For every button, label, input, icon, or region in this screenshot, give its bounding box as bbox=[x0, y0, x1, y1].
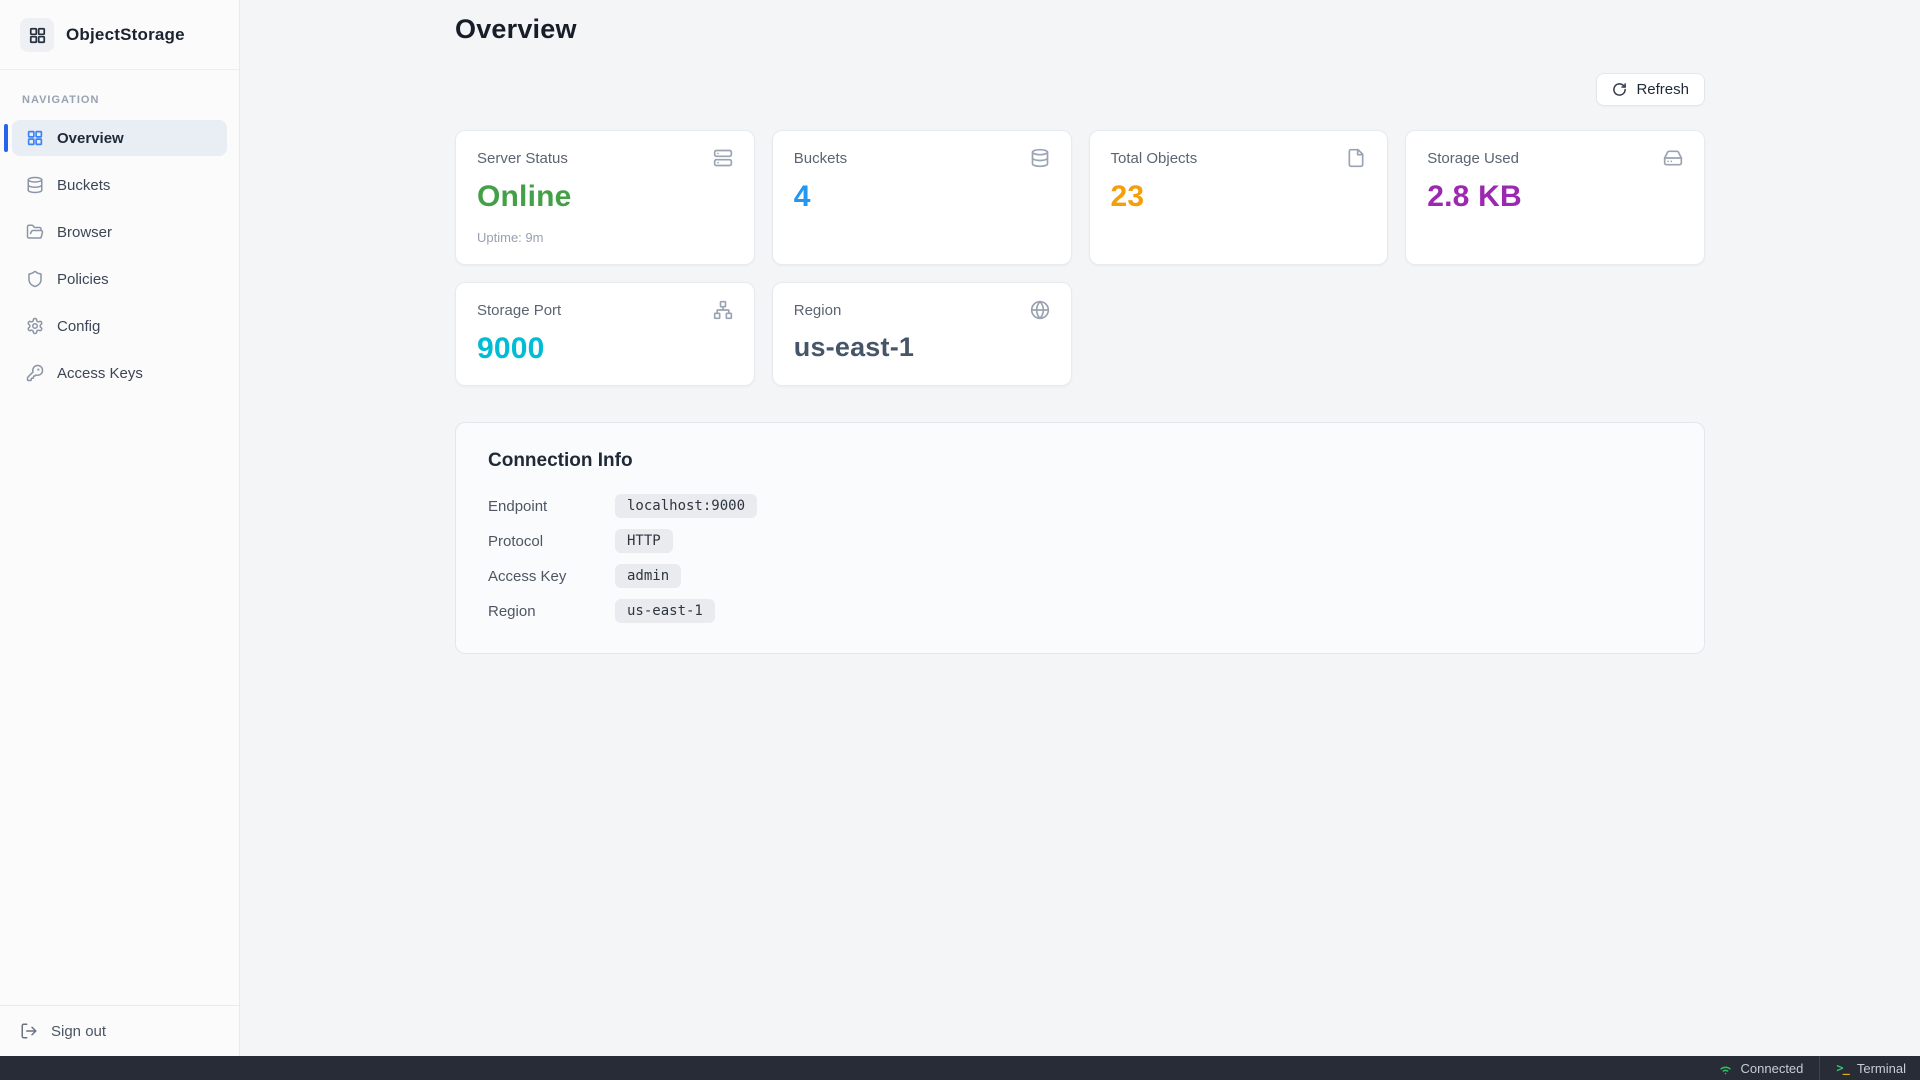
logout-icon bbox=[20, 1022, 38, 1040]
connection-status: Connected bbox=[1702, 1056, 1820, 1080]
sidebar-item-label: Browser bbox=[57, 224, 112, 241]
stat-label: Storage Used bbox=[1427, 150, 1519, 167]
toolbar: Refresh bbox=[455, 73, 1705, 106]
file-icon bbox=[1346, 148, 1366, 168]
info-label: Access Key bbox=[488, 568, 615, 585]
stat-label: Total Objects bbox=[1111, 150, 1198, 167]
stat-label: Storage Port bbox=[477, 302, 561, 319]
info-label: Region bbox=[488, 603, 615, 620]
app-logo-icon bbox=[20, 18, 54, 52]
database-icon bbox=[26, 176, 44, 194]
sidebar-item-label: Policies bbox=[57, 271, 109, 288]
folder-icon bbox=[26, 223, 44, 241]
sidebar-item-browser[interactable]: Browser bbox=[12, 214, 227, 250]
info-value-chip: HTTP bbox=[615, 529, 673, 553]
connection-info-panel: Connection Info Endpoint localhost:9000 … bbox=[455, 422, 1705, 654]
refresh-icon bbox=[1612, 82, 1627, 97]
sidebar-item-policies[interactable]: Policies bbox=[12, 261, 227, 297]
sidebar-item-label: Config bbox=[57, 318, 100, 335]
info-value-chip: localhost:9000 bbox=[615, 494, 757, 518]
stat-value: 9000 bbox=[477, 332, 733, 366]
info-row-protocol: Protocol HTTP bbox=[488, 529, 1672, 553]
key-icon bbox=[26, 364, 44, 382]
page-title: Overview bbox=[455, 14, 1705, 45]
sidebar-item-config[interactable]: Config bbox=[12, 308, 227, 344]
stat-value: 4 bbox=[794, 180, 1050, 214]
sign-out-button[interactable]: Sign out bbox=[20, 1022, 219, 1040]
stat-value: Online bbox=[477, 180, 733, 214]
hard-drive-icon bbox=[1663, 148, 1683, 168]
info-row-access-key: Access Key admin bbox=[488, 564, 1672, 588]
main-area: Overview Refresh Server Status bbox=[240, 0, 1920, 1056]
sign-out-label: Sign out bbox=[51, 1023, 106, 1040]
info-value-chip: us-east-1 bbox=[615, 599, 715, 623]
info-row-endpoint: Endpoint localhost:9000 bbox=[488, 494, 1672, 518]
sidebar-item-label: Buckets bbox=[57, 177, 110, 194]
status-bar: Connected >_ Terminal bbox=[0, 1056, 1920, 1080]
app-logo: ObjectStorage bbox=[0, 0, 239, 70]
nav-section-label: NAVIGATION bbox=[22, 94, 217, 106]
stat-card-storage-used: Storage Used 2.8 KB bbox=[1405, 130, 1705, 265]
sidebar-item-buckets[interactable]: Buckets bbox=[12, 167, 227, 203]
server-icon bbox=[713, 148, 733, 168]
connection-status-label: Connected bbox=[1741, 1061, 1804, 1076]
info-row-region: Region us-east-1 bbox=[488, 599, 1672, 623]
stats-grid: Server Status Online Uptime: 9m Buckets bbox=[455, 130, 1705, 386]
stat-card-server-status: Server Status Online Uptime: 9m bbox=[455, 130, 755, 265]
stat-card-total-objects: Total Objects 23 bbox=[1089, 130, 1389, 265]
stat-label: Region bbox=[794, 302, 842, 319]
sidebar-item-overview[interactable]: Overview bbox=[12, 120, 227, 156]
sidebar: ObjectStorage NAVIGATION Overview Bucket… bbox=[0, 0, 240, 1056]
info-label: Endpoint bbox=[488, 498, 615, 515]
globe-icon bbox=[1030, 300, 1050, 320]
wifi-icon bbox=[1718, 1061, 1733, 1076]
sidebar-nav: NAVIGATION Overview Buckets Browser bbox=[0, 70, 239, 402]
stat-card-buckets: Buckets 4 bbox=[772, 130, 1072, 265]
stat-value: 2.8 KB bbox=[1427, 180, 1683, 214]
grid-icon bbox=[26, 129, 44, 147]
shield-icon bbox=[26, 270, 44, 288]
info-label: Protocol bbox=[488, 533, 615, 550]
terminal-toggle[interactable]: >_ Terminal bbox=[1819, 1056, 1920, 1080]
stat-subtext: Uptime: 9m bbox=[477, 230, 733, 245]
database-icon bbox=[1030, 148, 1050, 168]
refresh-button[interactable]: Refresh bbox=[1596, 73, 1705, 106]
sidebar-item-label: Access Keys bbox=[57, 365, 143, 382]
sidebar-item-label: Overview bbox=[57, 130, 124, 147]
stat-label: Buckets bbox=[794, 150, 847, 167]
info-value-chip: admin bbox=[615, 564, 681, 588]
stat-card-region: Region us-east-1 bbox=[772, 282, 1072, 386]
stat-label: Server Status bbox=[477, 150, 568, 167]
app-title: ObjectStorage bbox=[66, 25, 185, 45]
terminal-label: Terminal bbox=[1857, 1061, 1906, 1076]
sidebar-item-access-keys[interactable]: Access Keys bbox=[12, 355, 227, 391]
stat-value: 23 bbox=[1111, 180, 1367, 214]
network-icon bbox=[713, 300, 733, 320]
stat-card-storage-port: Storage Port 9000 bbox=[455, 282, 755, 386]
terminal-icon: >_ bbox=[1836, 1061, 1848, 1075]
panel-title: Connection Info bbox=[488, 450, 1672, 472]
refresh-label: Refresh bbox=[1636, 81, 1689, 98]
sidebar-footer: Sign out bbox=[0, 1005, 239, 1056]
app-window: ObjectStorage NAVIGATION Overview Bucket… bbox=[0, 0, 1920, 1056]
stat-value: us-east-1 bbox=[794, 332, 1050, 363]
gear-icon bbox=[26, 317, 44, 335]
